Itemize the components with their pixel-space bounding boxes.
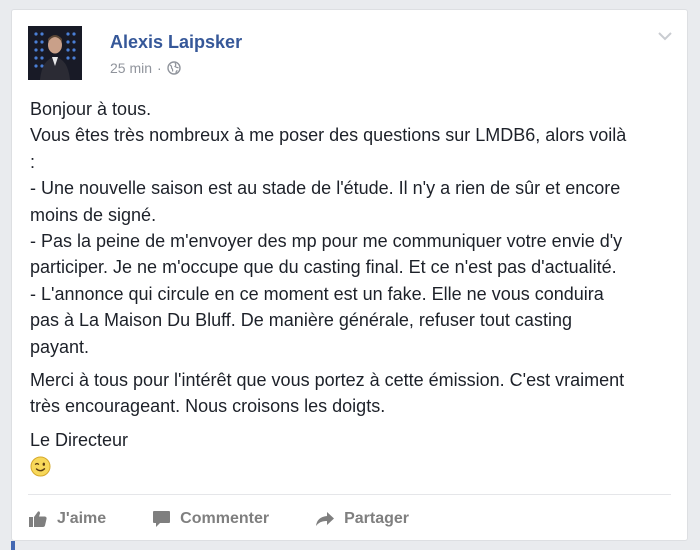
comment-label: Commenter xyxy=(180,510,270,527)
text-line: très encourageant. Nous croisons les doi… xyxy=(30,396,386,417)
thumbs-up-icon xyxy=(29,511,47,527)
text-line: payant. xyxy=(30,336,90,357)
text-line: : xyxy=(30,151,36,172)
like-button[interactable]: J'aime xyxy=(28,510,106,528)
post-body: Bonjour à tous. Vous êtes très nombreux … xyxy=(30,96,675,485)
text-line: Bonjour à tous. xyxy=(30,99,152,119)
comment-icon xyxy=(153,511,171,527)
paragraph: Le Directeur xyxy=(30,427,675,453)
like-label: J'aime xyxy=(57,510,107,527)
paragraph: Merci à tous pour l'intérêt que vous por… xyxy=(30,367,675,420)
author-name[interactable]: Alexis Laipsker xyxy=(110,32,242,53)
post-actions-bar: J'aime Commenter Partager xyxy=(28,504,455,534)
chevron-down-icon[interactable] xyxy=(657,28,673,41)
paragraph: Bonjour à tous. Vous êtes très nombreux … xyxy=(30,96,675,360)
globe-icon[interactable] xyxy=(167,61,181,75)
share-label: Partager xyxy=(344,510,409,527)
share-arrow-icon xyxy=(316,512,335,526)
text-line: Merci à tous pour l'intérêt que vous por… xyxy=(30,370,625,391)
wink-emoji-icon xyxy=(30,456,51,477)
share-button[interactable]: Partager xyxy=(315,510,409,528)
text-line: pas à La Maison Du Bluff. De manière gén… xyxy=(30,310,572,331)
text-line: - Pas la peine de m'envoyer des mp pour … xyxy=(30,231,623,252)
avatar[interactable] xyxy=(28,26,82,80)
post-time[interactable]: 25 min xyxy=(110,60,152,76)
post-card: Alexis Laipsker 25 min · Bonjour à tous.… xyxy=(11,9,688,541)
text-line: - Une nouvelle saison est au stade de l'… xyxy=(30,178,621,199)
text-line: moins de signé. xyxy=(30,204,157,225)
next-post-accent xyxy=(11,541,15,550)
comment-button[interactable]: Commenter xyxy=(152,510,269,528)
text-line: Vous êtes très nombreux à me poser des q… xyxy=(30,125,627,146)
signature-line: Le Directeur xyxy=(30,429,129,450)
post-meta: 25 min · xyxy=(110,60,181,76)
text-line: participer. Je ne m'occupe que du castin… xyxy=(30,257,617,278)
actions-divider xyxy=(28,494,671,495)
meta-separator: · xyxy=(157,60,162,76)
text-line: - L'annonce qui circule en ce moment est… xyxy=(30,283,604,304)
